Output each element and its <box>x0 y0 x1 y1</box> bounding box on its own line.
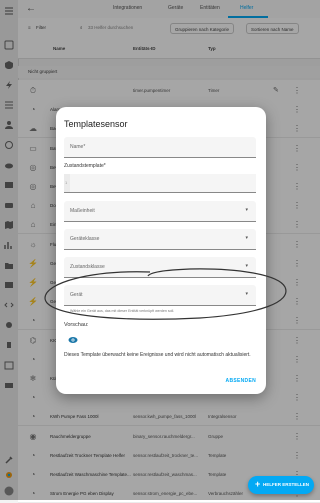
name-field-label: Name* <box>70 144 86 150</box>
eye-icon <box>68 336 78 346</box>
dropdown-arrow-icon: ▾ <box>245 263 248 269</box>
create-helper-label: HELFER ERSTELLEN <box>263 482 310 487</box>
dialog-title: Templatesensor <box>64 119 128 129</box>
dropdown-arrow-icon: ▾ <box>245 291 248 297</box>
dropdown-arrow-icon: ▾ <box>245 207 248 213</box>
state-class-select-label: Zustandsklasse <box>70 264 105 270</box>
device-select[interactable]: Gerät ▾ <box>64 285 256 306</box>
preview-label: Vorschau: <box>64 322 89 328</box>
device-class-select[interactable]: Geräteklasse ▾ <box>64 229 256 250</box>
line-number: 1 <box>65 180 68 185</box>
dropdown-arrow-icon: ▾ <box>245 235 248 241</box>
preview-text: Dieses Template überwacht keine Ereignis… <box>64 352 251 358</box>
plus-icon: + <box>255 479 261 489</box>
state-template-label: Zustandstemplate* <box>64 163 106 169</box>
state-class-select[interactable]: Zustandsklasse ▾ <box>64 257 256 278</box>
device-class-select-label: Geräteklasse <box>70 236 100 242</box>
submit-button[interactable]: ABSENDEN <box>226 378 256 384</box>
template-sensor-dialog: Templatesensor Name* Zustandstemplate* 1… <box>56 107 266 394</box>
create-helper-button[interactable]: + HELFER ERSTELLEN <box>248 476 314 494</box>
unit-select[interactable]: Maßeinheit ▾ <box>64 201 256 222</box>
name-field[interactable]: Name* <box>64 137 256 158</box>
state-template-editor[interactable]: 1 <box>64 174 256 193</box>
unit-select-label: Maßeinheit <box>70 208 95 214</box>
device-select-label: Gerät <box>70 292 83 298</box>
device-helper-text: Wähle ein Gerät aus, das mit dieser Enti… <box>70 309 175 313</box>
